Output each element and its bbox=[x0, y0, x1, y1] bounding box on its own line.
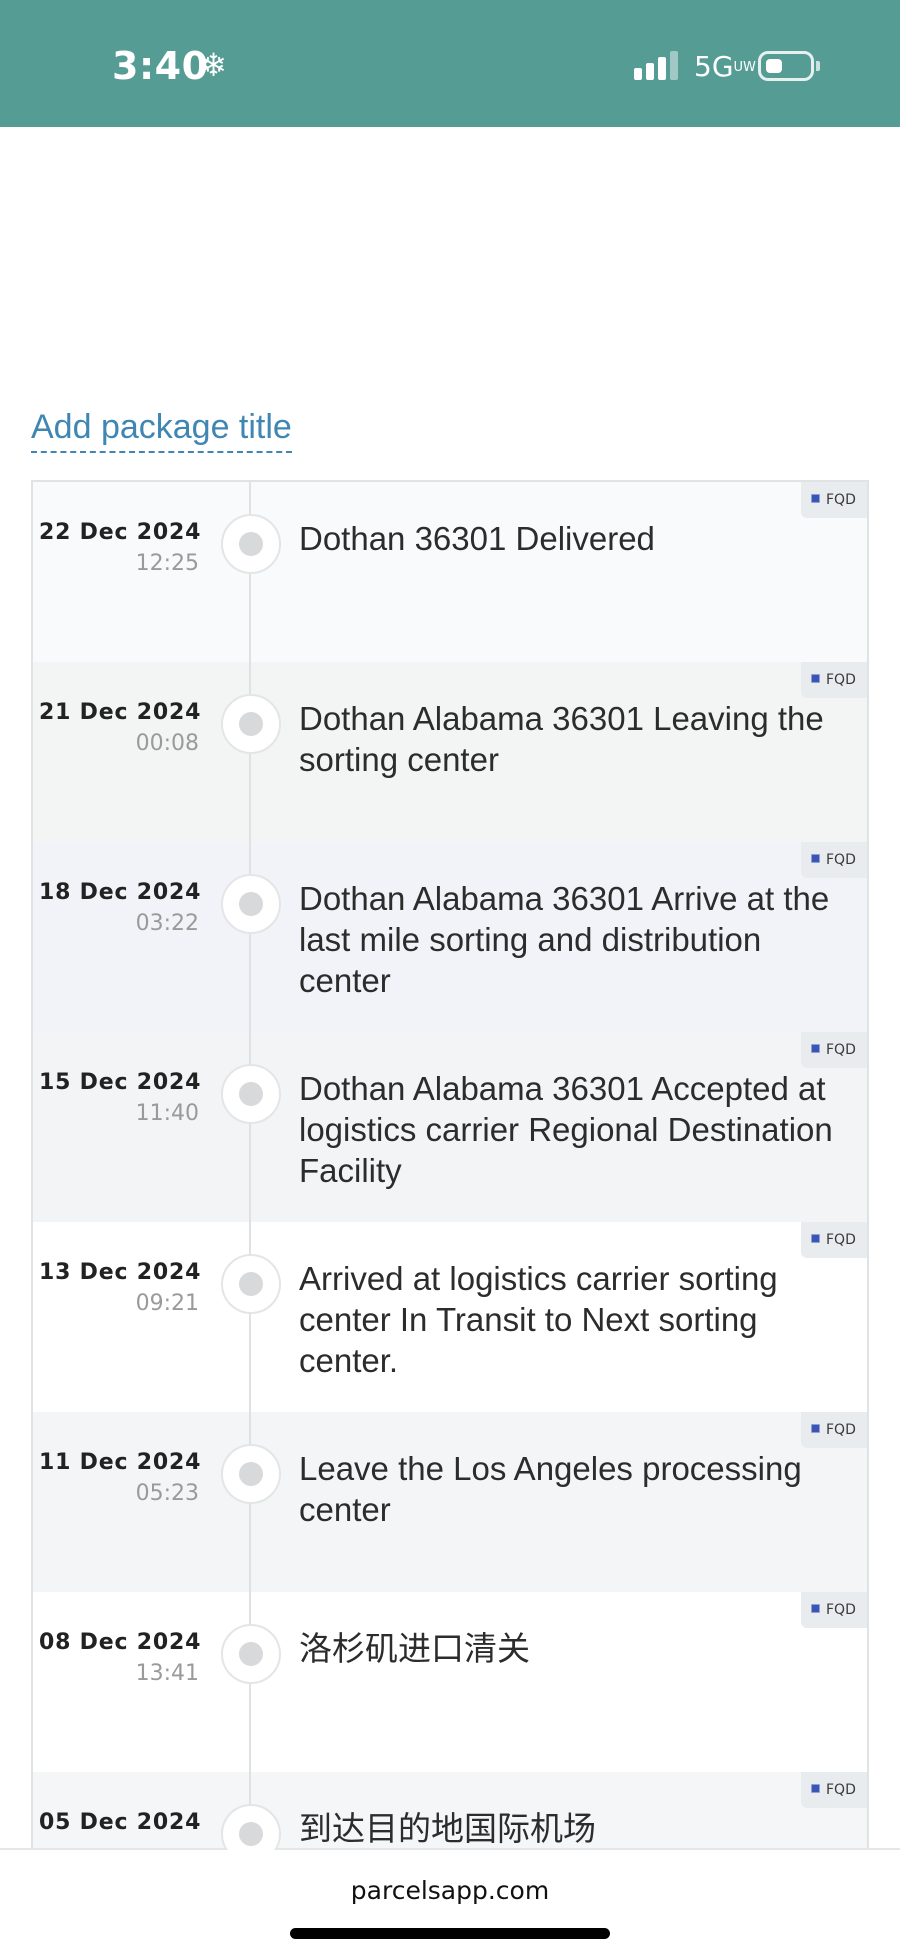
timeline-dot-icon bbox=[221, 1624, 281, 1684]
event-description: Dothan Alabama 36301 Leaving the sorting… bbox=[299, 700, 824, 778]
snowflake-icon: ❄ bbox=[200, 46, 227, 84]
event-date: 08 Dec 2024 bbox=[39, 1630, 202, 1655]
timeline-event: 21 Dec 2024 00:08 Dothan Alabama 36301 Lea… bbox=[33, 662, 867, 842]
event-description: Arrived at logistics carrier sorting cen… bbox=[299, 1260, 778, 1379]
carrier-logo-icon bbox=[811, 1784, 820, 1793]
status-time: 3:40 bbox=[112, 44, 209, 88]
carrier-logo-icon bbox=[811, 854, 820, 863]
source-badge[interactable]: FQD bbox=[801, 1772, 867, 1808]
carrier-logo-icon bbox=[811, 1424, 820, 1433]
event-time: 03:22 bbox=[135, 911, 199, 936]
source-label: FQD bbox=[826, 1042, 856, 1058]
carrier-logo-icon bbox=[811, 1234, 820, 1243]
source-badge[interactable]: FQD bbox=[801, 662, 867, 698]
timeline-dot-icon bbox=[221, 1254, 281, 1314]
timeline-dot-icon bbox=[221, 1804, 281, 1850]
source-label: FQD bbox=[826, 1602, 856, 1618]
event-time: 11:40 bbox=[135, 1101, 199, 1126]
carrier-logo-icon bbox=[811, 1604, 820, 1613]
event-time: 05:23 bbox=[135, 1481, 199, 1506]
timeline-event: 18 Dec 2024 03:22 Dothan Alabama 36301 Arr… bbox=[33, 842, 867, 1032]
source-label: FQD bbox=[826, 492, 856, 508]
event-date: 11 Dec 2024 bbox=[39, 1450, 202, 1475]
add-package-title-link[interactable]: Add package title bbox=[31, 405, 292, 453]
timeline-event: 13 Dec 2024 09:21 Arrived at logistics car… bbox=[33, 1222, 867, 1412]
source-label: FQD bbox=[826, 1782, 856, 1798]
timeline-dot-icon bbox=[221, 514, 281, 574]
tracking-timeline: 22 Dec 2024 12:25 Dothan 36301 Delivered FQ… bbox=[31, 480, 869, 1850]
event-time: 00:08 bbox=[135, 731, 199, 756]
event-time: 12:25 bbox=[135, 551, 199, 576]
site-domain[interactable]: parcelsapp.com bbox=[0, 1876, 900, 1905]
event-date: 22 Dec 2024 bbox=[39, 520, 202, 545]
event-description: Dothan Alabama 36301 Arrive at the last … bbox=[299, 880, 830, 999]
signal-strength-icon bbox=[634, 50, 680, 80]
timeline-event: 11 Dec 2024 05:23 Leave the Los Angeles pr… bbox=[33, 1412, 867, 1592]
source-badge[interactable]: FQD bbox=[801, 1592, 867, 1628]
timeline-dot-icon bbox=[221, 694, 281, 754]
event-date: 05 Dec 2024 bbox=[39, 1810, 202, 1835]
carrier-logo-icon bbox=[811, 674, 820, 683]
event-description: 洛杉矶进口清关 bbox=[299, 1630, 530, 1667]
timeline-dot-icon bbox=[221, 1444, 281, 1504]
event-description: Dothan 36301 Delivered bbox=[299, 520, 655, 557]
timeline-event: 05 Dec 2024 到达目的地国际机场 FQD bbox=[33, 1772, 867, 1850]
network-type: 5GUW bbox=[694, 50, 756, 83]
source-badge[interactable]: FQD bbox=[801, 1222, 867, 1258]
timeline-event: 15 Dec 2024 11:40 Dothan Alabama 36301 Acc… bbox=[33, 1032, 867, 1222]
network-suffix: UW bbox=[733, 60, 756, 75]
event-time: 09:21 bbox=[135, 1291, 199, 1316]
event-description: Dothan Alabama 36301 Accepted at logisti… bbox=[299, 1070, 833, 1189]
event-description: 到达目的地国际机场 bbox=[299, 1810, 596, 1847]
source-badge[interactable]: FQD bbox=[801, 1032, 867, 1068]
carrier-logo-icon bbox=[811, 1044, 820, 1053]
carrier-logo-icon bbox=[811, 494, 820, 503]
source-label: FQD bbox=[826, 852, 856, 868]
network-label: 5G bbox=[694, 50, 734, 83]
browser-footer: parcelsapp.com bbox=[0, 1848, 900, 1955]
event-date: 13 Dec 2024 bbox=[39, 1260, 202, 1285]
source-label: FQD bbox=[826, 672, 856, 688]
status-bar: 3:40 ❄ 5GUW bbox=[0, 0, 900, 127]
event-description: Leave the Los Angeles processing center bbox=[299, 1450, 802, 1528]
event-date: 18 Dec 2024 bbox=[39, 880, 202, 905]
source-label: FQD bbox=[826, 1422, 856, 1438]
event-date: 15 Dec 2024 bbox=[39, 1070, 202, 1095]
source-badge[interactable]: FQD bbox=[801, 482, 867, 518]
timeline-dot-icon bbox=[221, 1064, 281, 1124]
source-badge[interactable]: FQD bbox=[801, 842, 867, 878]
source-label: FQD bbox=[826, 1232, 856, 1248]
event-date: 21 Dec 2024 bbox=[39, 700, 202, 725]
event-time: 13:41 bbox=[135, 1661, 199, 1686]
timeline-event: 08 Dec 2024 13:41 洛杉矶进口清关 FQD bbox=[33, 1592, 867, 1772]
timeline-event: 22 Dec 2024 12:25 Dothan 36301 Delivered FQ… bbox=[33, 482, 867, 662]
timeline-dot-icon bbox=[221, 874, 281, 934]
home-indicator[interactable] bbox=[290, 1928, 610, 1939]
battery-icon bbox=[758, 51, 820, 81]
source-badge[interactable]: FQD bbox=[801, 1412, 867, 1448]
